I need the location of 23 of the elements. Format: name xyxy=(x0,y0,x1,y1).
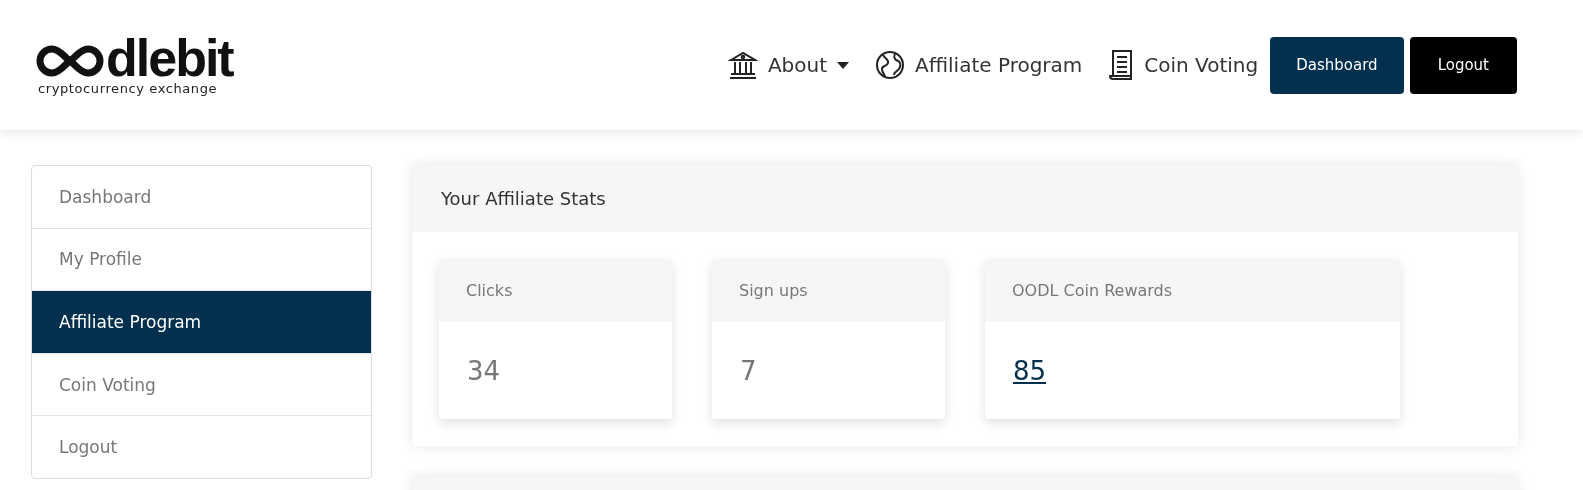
bank-icon xyxy=(727,50,758,80)
nav-link[interactable]: Affiliate Program xyxy=(875,50,1083,80)
globe-icon xyxy=(875,50,906,80)
logo-wordmark: dlebit xyxy=(106,34,233,81)
stat-label: Sign ups xyxy=(712,259,945,322)
stat-link[interactable]: 85 xyxy=(1013,356,1047,386)
logout-button[interactable]: Logout xyxy=(1409,36,1517,94)
document-icon xyxy=(1108,49,1135,81)
infinity-icon xyxy=(34,43,106,78)
caret-icon xyxy=(837,61,850,69)
stat-value: 34 xyxy=(467,356,501,386)
sidebar-item[interactable]: Logout xyxy=(32,416,371,478)
logo-tagline: cryptocurrency exchange xyxy=(38,80,218,96)
dashboard-button[interactable]: Dashboard xyxy=(1270,36,1404,94)
about-dropdown[interactable]: About xyxy=(727,50,850,80)
stat-label: Clicks xyxy=(439,259,672,322)
sidebar-item[interactable]: Affiliate Program xyxy=(32,291,371,354)
stat-label: OODL Coin Rewards xyxy=(985,259,1400,322)
nav-link[interactable]: Coin Voting xyxy=(1108,49,1259,81)
sidebar-item[interactable]: Dashboard xyxy=(32,166,371,229)
panel-title: Your Affiliate Stats xyxy=(412,165,1518,232)
sidebar-item[interactable]: Coin Voting xyxy=(32,353,371,417)
stat-value: 7 xyxy=(740,356,757,386)
